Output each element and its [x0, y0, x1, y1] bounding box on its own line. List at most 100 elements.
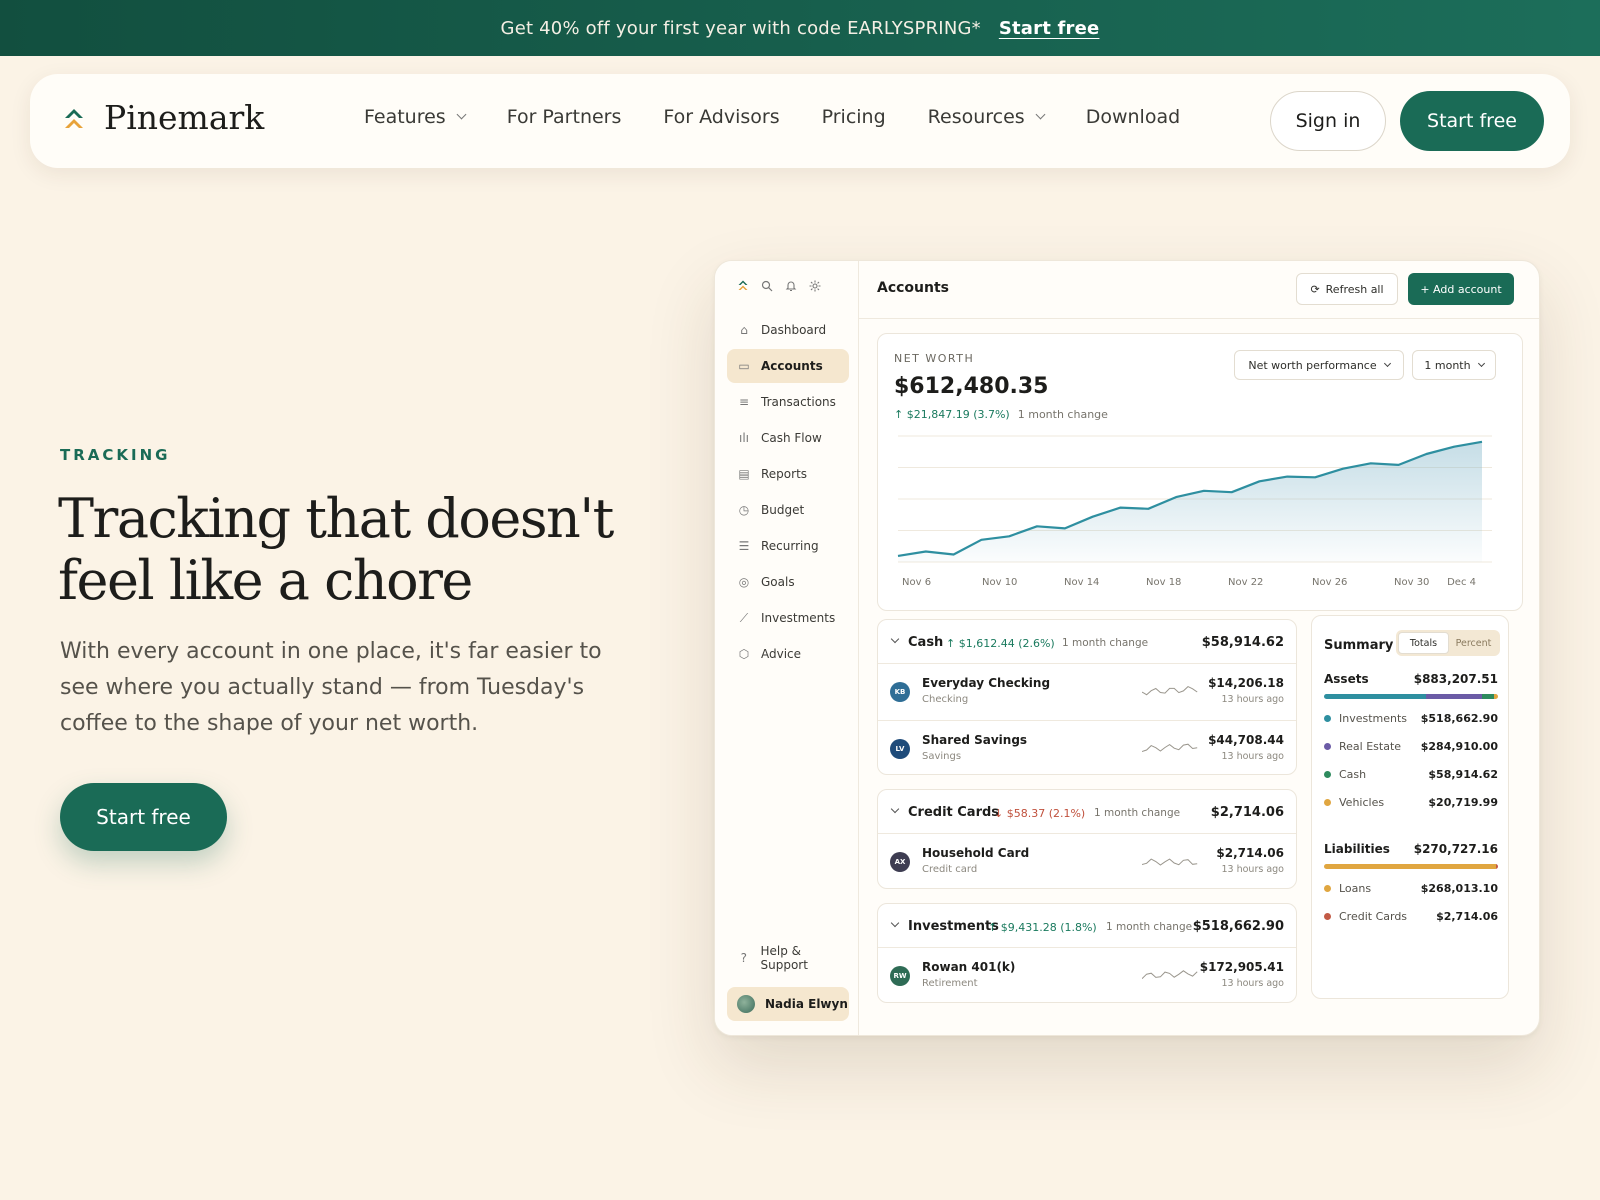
- sign-in-button[interactable]: Sign in: [1270, 91, 1386, 151]
- sidebar-item-budget[interactable]: ◷ Budget: [727, 493, 849, 527]
- account-balance: $172,905.41: [1199, 960, 1284, 974]
- hero-start-free-button[interactable]: Start free: [60, 783, 227, 851]
- net-worth-label: NET WORTH: [894, 352, 975, 365]
- toggle-totals[interactable]: Totals: [1398, 632, 1449, 654]
- promo-banner: Get 40% off your first year with code EA…: [0, 0, 1600, 56]
- sidebar-item-reports[interactable]: ▤ Reports: [727, 457, 849, 491]
- group-header[interactable]: Investments ↑ $9,431.28 (1.8%) 1 month cha…: [878, 904, 1296, 948]
- net-worth-metric-select[interactable]: Net worth performance: [1234, 350, 1404, 380]
- recurring-icon: ☰: [738, 539, 750, 553]
- net-worth-value: $612,480.35: [894, 374, 1049, 399]
- refresh-all-button[interactable]: ⟳ Refresh all: [1296, 273, 1398, 305]
- gear-icon[interactable]: [809, 280, 821, 292]
- group-total: $518,662.90: [1192, 919, 1284, 934]
- sidebar-item-transactions[interactable]: ≡ Transactions: [727, 385, 849, 419]
- group-header[interactable]: Credit Cards ↓ $58.37 (2.1%) 1 month chang…: [878, 790, 1296, 834]
- summary-item-value: $518,662.90: [1420, 712, 1498, 725]
- sidebar-item-goals[interactable]: ◎ Goals: [727, 565, 849, 599]
- search-icon[interactable]: [761, 280, 773, 292]
- chevron-down-icon: [890, 918, 900, 928]
- help-icon: ?: [740, 951, 747, 965]
- summary-assets-bar: [1324, 694, 1498, 699]
- nav-links: Features For Partners For Advisors Prici…: [364, 106, 1222, 128]
- nav-start-free-button[interactable]: Start free: [1400, 91, 1544, 151]
- toggle-percent[interactable]: Percent: [1449, 632, 1498, 654]
- sidebar-item-advice[interactable]: ⬡ Advice: [727, 637, 849, 671]
- promo-start-free-link[interactable]: Start free: [999, 18, 1100, 39]
- net-worth-card: NET WORTH $612,480.35 ↑ $21,847.19 (3.7%…: [877, 333, 1523, 611]
- x-tick-label: Nov 18: [1146, 577, 1181, 588]
- nav-resources[interactable]: Resources: [928, 106, 1046, 128]
- net-worth-change-note: 1 month change: [1017, 408, 1108, 421]
- account-type: Savings: [922, 751, 962, 762]
- sidebar-item-dashboard[interactable]: ⌂ Dashboard: [727, 313, 849, 347]
- summary-liabilities-label: Liabilities: [1324, 842, 1390, 856]
- select-value: 1 month: [1424, 358, 1471, 372]
- sidebar-item-label: Cash Flow: [761, 431, 822, 445]
- nav-for-partners[interactable]: For Partners: [507, 106, 622, 128]
- summary-item-label: Loans: [1324, 882, 1371, 895]
- account-row[interactable]: LV Shared Savings Savings $44,708.44 13 hour…: [878, 720, 1296, 776]
- account-row[interactable]: AX Household Card Credit card $2,714.06 13 h…: [878, 834, 1296, 890]
- brand-name[interactable]: Pinemark: [104, 98, 264, 137]
- account-updated-time: 13 hours ago: [1221, 978, 1284, 989]
- add-account-button[interactable]: + Add account: [1408, 273, 1514, 305]
- account-row[interactable]: RW Rowan 401(k) Retirement $172,905.41 13 ho…: [878, 948, 1296, 1004]
- net-worth-area: [898, 441, 1482, 562]
- summary-item-label: Real Estate: [1324, 740, 1401, 753]
- sidebar-item-investments[interactable]: ⟋ Investments: [727, 601, 849, 635]
- account-type: Checking: [922, 694, 969, 705]
- x-tick-label: Nov 6: [902, 577, 931, 588]
- select-value: Net worth performance: [1248, 358, 1377, 372]
- sidebar-item-accounts[interactable]: ▭ Accounts: [727, 349, 849, 383]
- sidebar-item-cash-flow[interactable]: ılı Cash Flow: [727, 421, 849, 455]
- group-name: Investments: [908, 919, 999, 934]
- bell-icon[interactable]: [785, 280, 797, 292]
- account-updated-time: 13 hours ago: [1221, 751, 1284, 762]
- sidebar-toolbar: [737, 279, 821, 293]
- account-balance: $14,206.18: [1208, 676, 1284, 690]
- nav-features[interactable]: Features: [364, 106, 467, 128]
- app-sidebar: ⌂ Dashboard ▭ Accounts ≡ Transactions ılı Ca…: [715, 261, 859, 1035]
- account-group-investments: Investments ↑ $9,431.28 (1.8%) 1 month cha…: [877, 903, 1297, 1003]
- report-icon: ▤: [738, 467, 750, 481]
- summary-item: Investments $518,662.90: [1324, 712, 1498, 725]
- summary-item-value: $58,914.62: [1428, 768, 1498, 781]
- sidebar-item-label: Goals: [761, 575, 795, 589]
- bar-segment: [1493, 694, 1498, 699]
- account-row[interactable]: KB Everyday Checking Checking $14,206.18 13 …: [878, 664, 1296, 720]
- refresh-icon: ⟳: [1310, 282, 1320, 296]
- summary-item-value: $20,719.99: [1428, 796, 1498, 809]
- user-profile-chip[interactable]: Nadia Elwyn: [727, 987, 849, 1021]
- group-header[interactable]: Cash ↑ $1,612.44 (2.6%) 1 month change $58,…: [878, 620, 1296, 664]
- summary-assets-total: $883,207.51: [1413, 672, 1498, 686]
- summary-item-value: $268,013.10: [1420, 882, 1498, 895]
- account-balance: $44,708.44: [1208, 733, 1284, 747]
- pinemark-logo-icon[interactable]: [62, 106, 86, 134]
- nav-for-advisors[interactable]: For Advisors: [663, 106, 779, 128]
- sidebar-item-label: Reports: [761, 467, 808, 481]
- account-name: Everyday Checking: [922, 676, 1051, 690]
- chevron-down-icon: [456, 109, 467, 120]
- user-name: Nadia Elwyn: [765, 997, 848, 1011]
- summary-item-label: Vehicles: [1324, 796, 1384, 809]
- summary-liabilities-total: $270,727.16: [1413, 842, 1498, 856]
- sparkline: [1142, 686, 1198, 696]
- time-range-select[interactable]: 1 month: [1412, 350, 1496, 380]
- legend-dot: [1324, 885, 1331, 892]
- pinemark-logo-icon: [738, 280, 748, 290]
- summary-item-label: Investments: [1324, 712, 1407, 725]
- sidebar-item-help-support[interactable]: ? Help & Support: [727, 941, 849, 975]
- summary-item-value: $284,910.00: [1420, 740, 1498, 753]
- account-type: Credit card: [922, 864, 978, 875]
- sidebar-item-recurring[interactable]: ☰ Recurring: [727, 529, 849, 563]
- sidebar-item-label: Dashboard: [761, 323, 827, 337]
- target-icon: ◎: [738, 575, 750, 589]
- nav-download[interactable]: Download: [1086, 106, 1180, 128]
- account-group-credit-cards: Credit Cards ↓ $58.37 (2.1%) 1 month chang…: [877, 789, 1297, 889]
- nav-pricing[interactable]: Pricing: [822, 106, 886, 128]
- group-change: ↓ $58.37 (2.1%): [994, 807, 1086, 820]
- hero-headline: Tracking that doesn't feel like a chore: [58, 487, 614, 612]
- bar-segment: [1426, 694, 1483, 699]
- summary-liabilities-bar: [1324, 864, 1498, 869]
